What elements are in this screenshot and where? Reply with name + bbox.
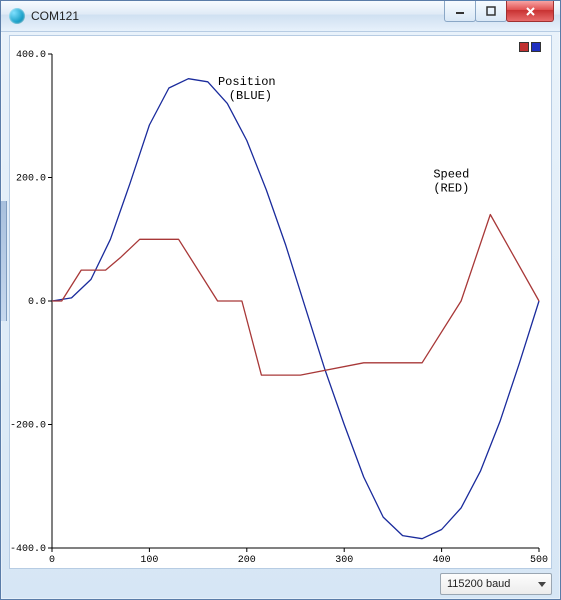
baud-select-value: 115200 baud (447, 578, 510, 590)
plot-area: -400.0 -200.0 0.0 200.0 400.0 0 100 200 300 400 50… (10, 36, 551, 568)
minimize-button[interactable] (444, 1, 476, 22)
svg-text:(BLUE): (BLUE) (222, 89, 272, 103)
svg-text:(RED): (RED) (433, 182, 469, 196)
svg-text:0.0: 0.0 (28, 297, 46, 308)
svg-text:-200.0: -200.0 (10, 421, 46, 432)
chart-svg: -400.0 -200.0 0.0 200.0 400.0 0 100 200 300 400 50… (10, 36, 551, 568)
svg-text:500: 500 (530, 555, 548, 566)
statusbar: 115200 baud (9, 573, 552, 595)
svg-text:200.0: 200.0 (16, 174, 46, 185)
svg-text:-400.0: -400.0 (10, 544, 46, 555)
svg-text:400: 400 (433, 555, 451, 566)
close-button[interactable] (506, 1, 554, 22)
maximize-icon (486, 6, 496, 16)
app-icon (9, 8, 25, 24)
minimize-icon (455, 6, 465, 16)
titlebar: COM121 (1, 1, 560, 32)
svg-text:Speed: Speed (433, 168, 469, 182)
window-title: COM121 (31, 9, 79, 23)
svg-text:Position: Position (218, 75, 276, 89)
svg-text:200: 200 (238, 555, 256, 566)
left-edge-strip (1, 201, 7, 321)
svg-text:400.0: 400.0 (16, 50, 46, 61)
svg-text:300: 300 (335, 555, 353, 566)
maximize-button[interactable] (475, 1, 507, 22)
app-window: COM121 -400.0 -200.0 0.0 200.0 400.0 0 100 200 3… (0, 0, 561, 600)
window-buttons (445, 1, 554, 23)
plot-panel: -400.0 -200.0 0.0 200.0 400.0 0 100 200 300 400 50… (9, 35, 552, 569)
svg-text:100: 100 (140, 555, 158, 566)
svg-text:0: 0 (49, 555, 55, 566)
close-icon (525, 6, 536, 17)
baud-select[interactable]: 115200 baud (440, 573, 552, 595)
